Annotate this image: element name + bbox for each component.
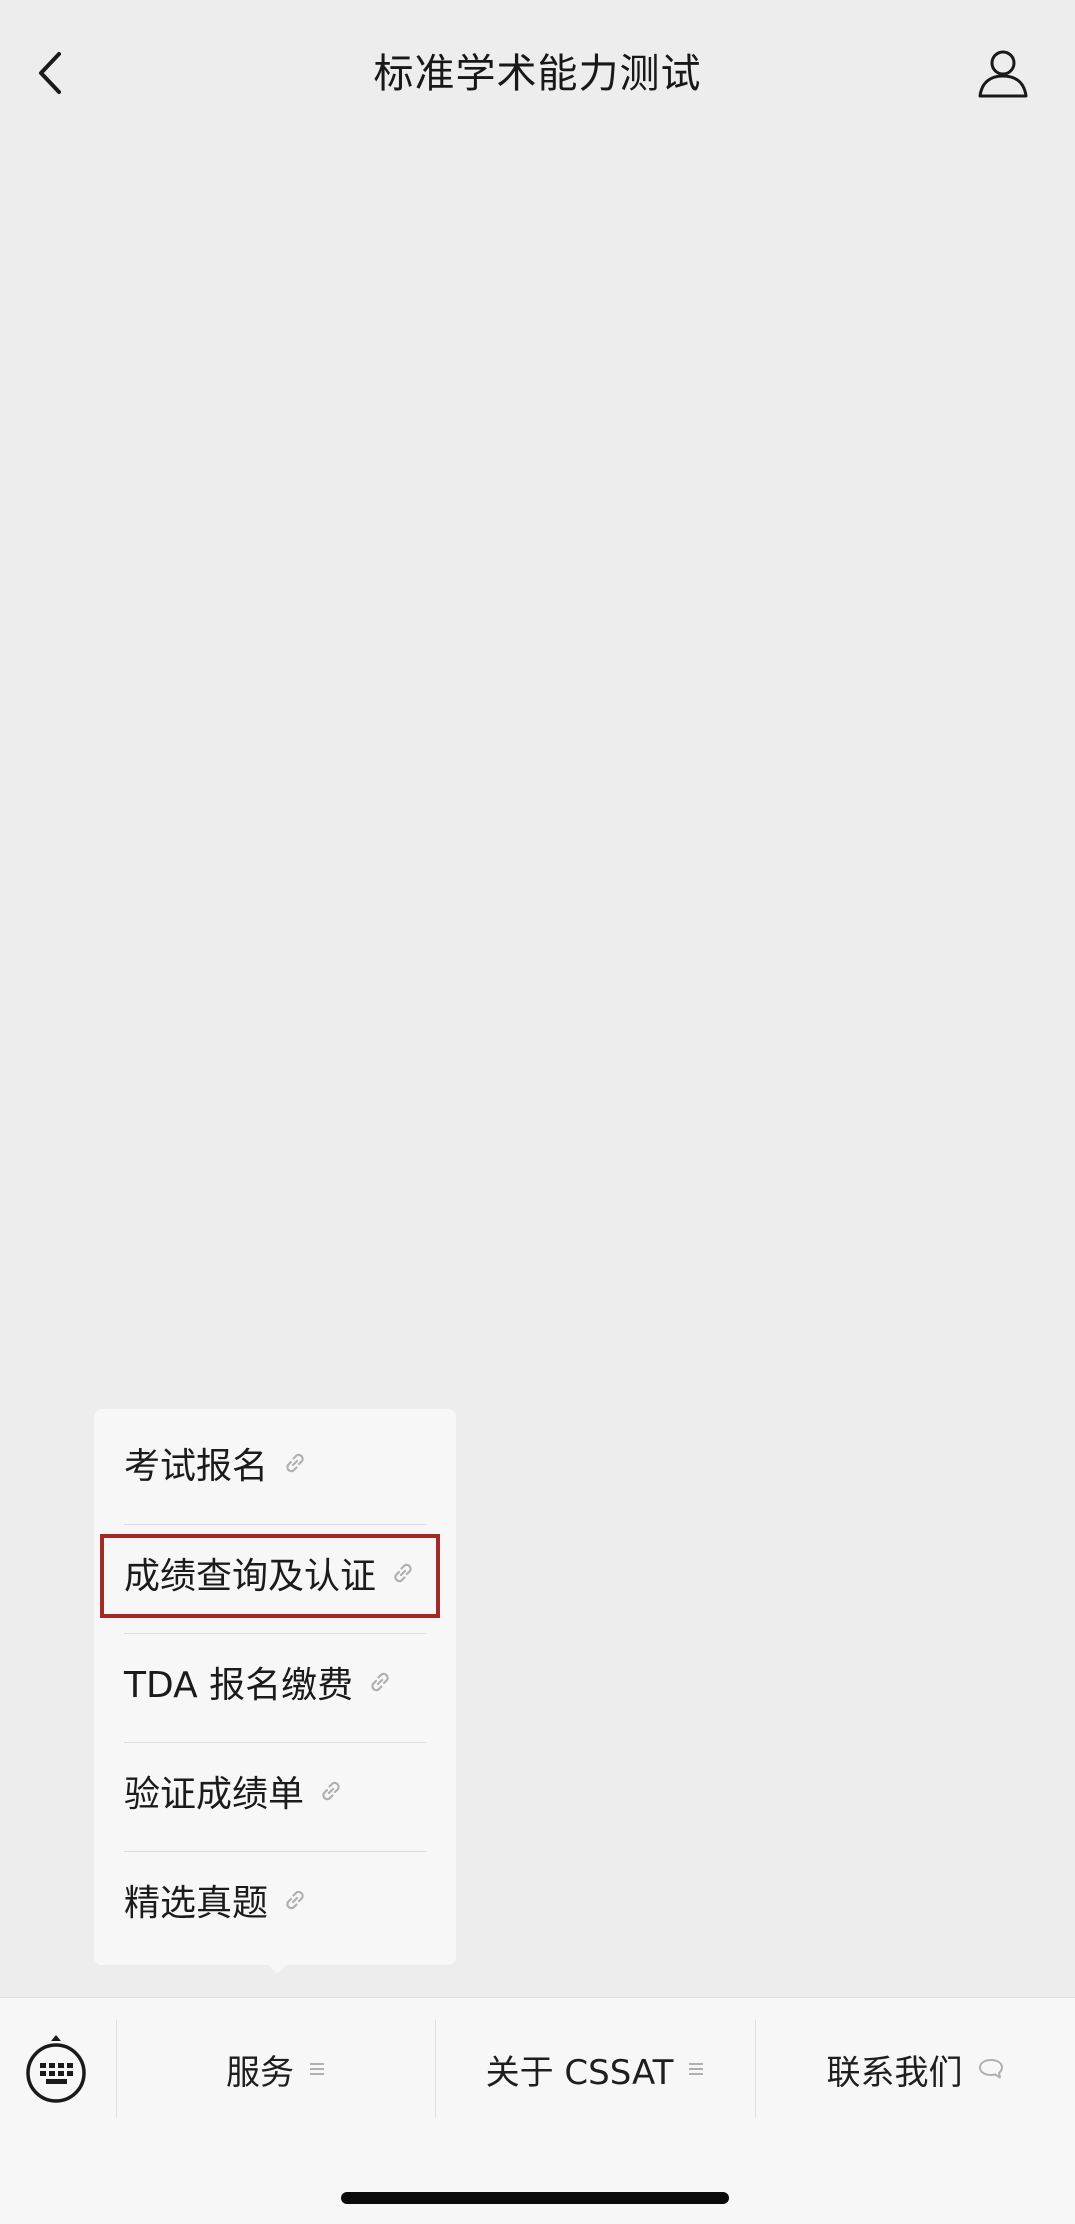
service-popup-menu: 考试报名 成绩查询及认证 TDA 报名缴费 验证成绩单 精选真题 (94, 1409, 456, 1965)
top-nav-bar: 标准学术能力测试 (0, 0, 1075, 150)
menu-lines-icon (308, 2060, 326, 2078)
tab-services[interactable]: 服务 (117, 2020, 435, 2118)
person-outline-icon (978, 50, 1028, 98)
home-indicator (341, 2192, 729, 2204)
menu-item-label: 考试报名 (124, 1446, 269, 1487)
menu-item-label: 成绩查询及认证 (124, 1556, 377, 1597)
menu-lines-icon (687, 2060, 705, 2078)
page-title: 标准学术能力测试 (373, 51, 702, 97)
menu-item-label: 精选真题 (124, 1883, 269, 1924)
tab-label: 联系我们 (826, 2052, 963, 2093)
popup-pointer (264, 1961, 290, 1974)
keyboard-icon (26, 2035, 86, 2103)
menu-item-selected-questions[interactable]: 精选真题 (124, 1846, 426, 1954)
speech-bubble-icon (977, 2057, 1005, 2081)
menu-item-label: TDA 报名缴费 (124, 1665, 354, 1706)
tab-about-cssat[interactable]: 关于 CSSAT (436, 2020, 755, 2118)
profile-button[interactable] (968, 38, 1038, 108)
link-icon (367, 1669, 393, 1695)
tab-contact-us[interactable]: 联系我们 (756, 2020, 1075, 2118)
bottom-menu-bar: 服务 关于 CSSAT 联系我们 (0, 1997, 1075, 2224)
link-icon (282, 1450, 308, 1476)
link-icon (282, 1887, 308, 1913)
menu-item-tda-payment[interactable]: TDA 报名缴费 (124, 1628, 426, 1736)
menu-item-verify-transcript[interactable]: 验证成绩单 (124, 1737, 426, 1845)
keyboard-toggle-button[interactable] (22, 2032, 90, 2104)
tab-label: 关于 CSSAT (485, 2052, 674, 2093)
link-icon (318, 1778, 344, 1804)
menu-item-exam-registration[interactable]: 考试报名 (124, 1409, 426, 1517)
link-icon (390, 1560, 416, 1586)
menu-item-label: 验证成绩单 (124, 1774, 305, 1815)
menu-item-score-inquiry[interactable]: 成绩查询及认证 (124, 1519, 426, 1627)
tab-label: 服务 (226, 2052, 294, 2093)
